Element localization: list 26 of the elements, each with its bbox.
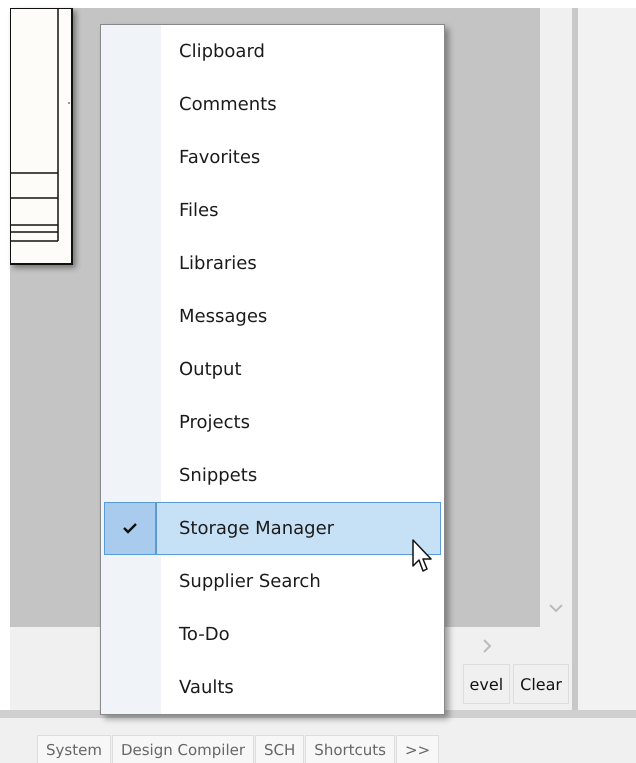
scroll-down-icon[interactable]	[549, 604, 563, 613]
menu-item[interactable]: Vaults	[104, 661, 441, 714]
menu-item[interactable]: Supplier Search	[104, 555, 441, 608]
menu-item[interactable]: Libraries	[104, 237, 441, 290]
menu-item[interactable]: Storage Manager	[104, 502, 441, 555]
status-tab[interactable]: SCH	[255, 735, 304, 763]
menu-item[interactable]: Projects	[104, 396, 441, 449]
status-tab[interactable]: Shortcuts	[305, 735, 396, 763]
menu-item[interactable]: Clipboard	[104, 25, 441, 78]
menu-item[interactable]: To-Do	[104, 608, 441, 661]
scroll-right-icon[interactable]	[483, 638, 492, 652]
status-tab[interactable]: System	[37, 735, 111, 763]
menu-item[interactable]: Output	[104, 343, 441, 396]
status-tab[interactable]: Design Compiler	[112, 735, 254, 763]
menu-item[interactable]: Snippets	[104, 449, 441, 502]
splitter[interactable]	[572, 8, 578, 627]
menu-item[interactable]: Favorites	[104, 131, 441, 184]
checkmark-icon	[123, 523, 137, 534]
menu-item[interactable]: Comments	[104, 78, 441, 131]
status-tab[interactable]: >>	[396, 735, 440, 763]
menu-item[interactable]: Messages	[104, 290, 441, 343]
panel-button[interactable]: evel	[462, 664, 510, 704]
splitter[interactable]	[572, 627, 578, 710]
mouse-cursor-icon	[412, 539, 434, 573]
menu-item[interactable]: Files	[104, 184, 441, 237]
panel-button[interactable]: Clear	[513, 664, 569, 704]
